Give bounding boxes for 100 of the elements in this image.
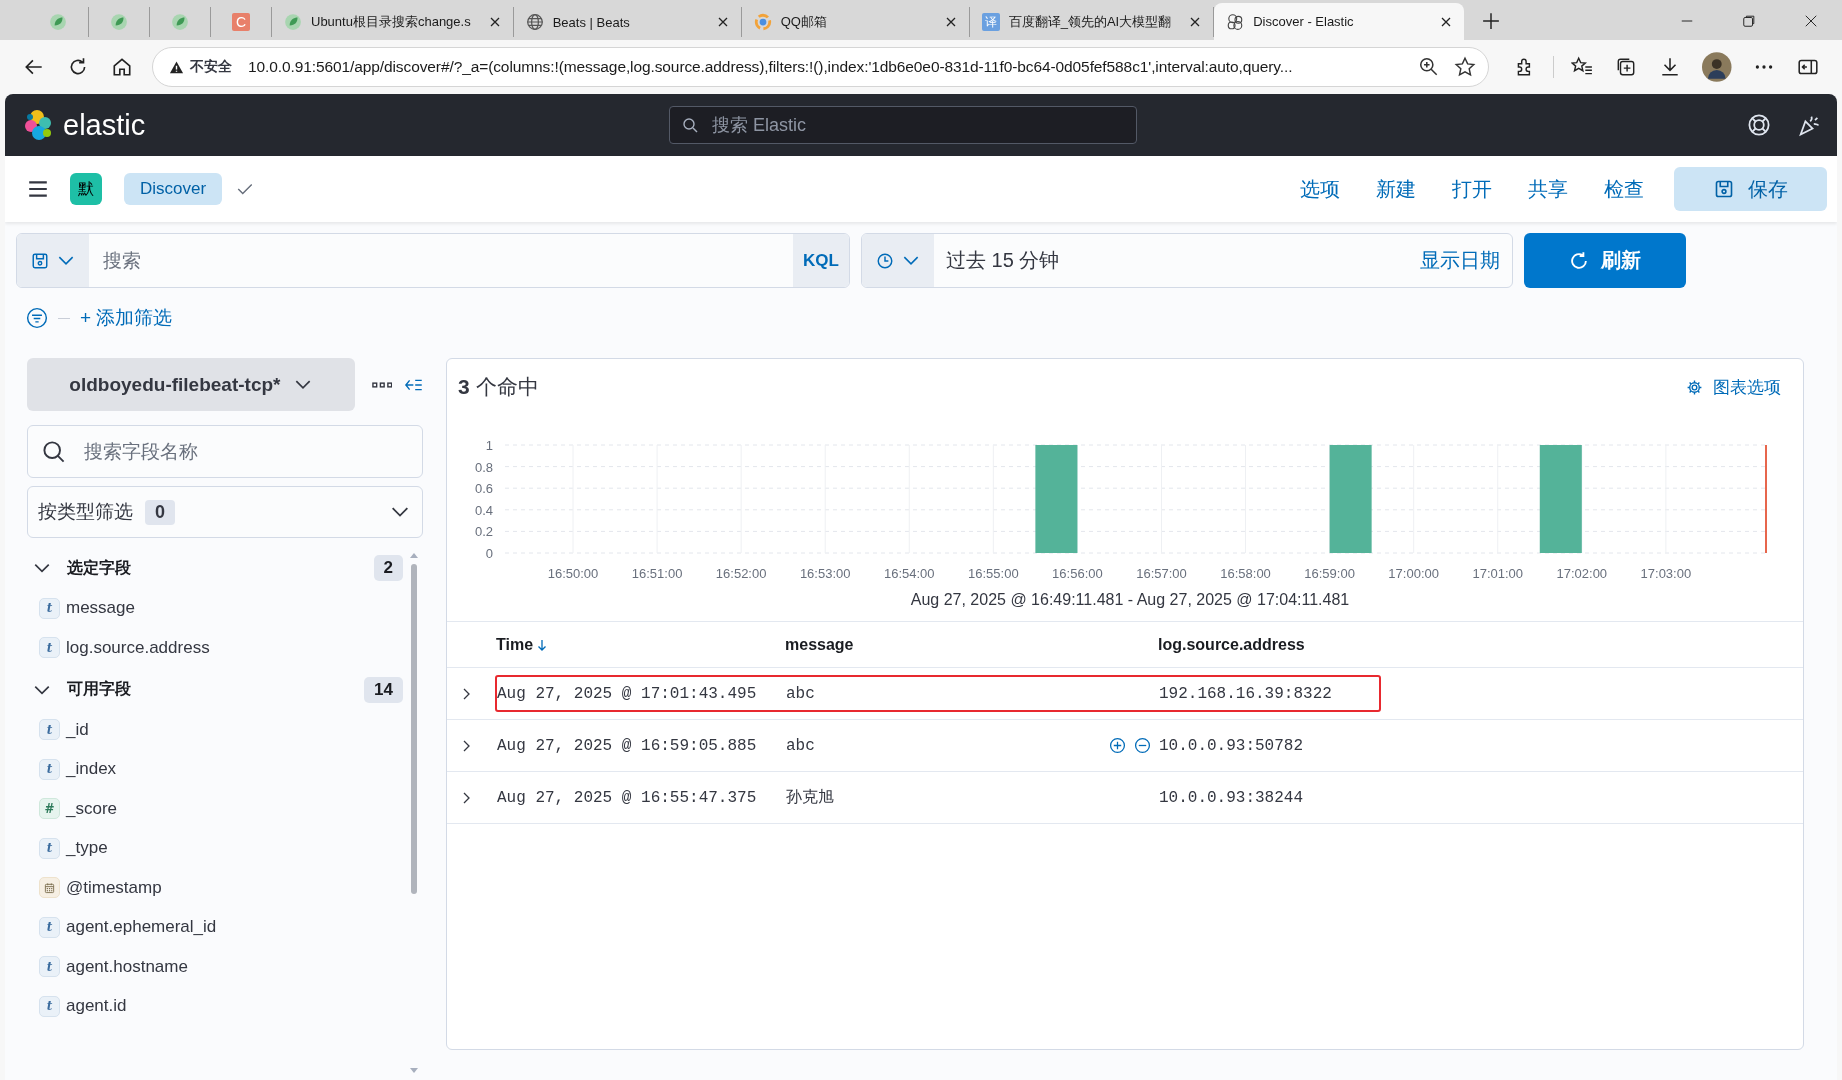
gear-icon [1686,378,1703,396]
tab-title: Ubuntu根目录搜索change.s [311,13,471,31]
table-cell: 10.0.0.93:50782 [1159,736,1304,755]
x-tick-label: 16:52:00 [715,566,767,581]
menu-icon[interactable] [27,178,49,200]
menu-link[interactable]: 共享 [1528,175,1568,203]
plus-circle-icon[interactable] [1109,737,1126,754]
x-tick-label: 16:51:00 [631,566,683,581]
close-icon[interactable] [1189,16,1202,28]
address-field[interactable]: 不安全 10.0.0.91:5601/app/discover#/?_a=(columns:!(message,log.source.address),filters:!(),index:'1db6e0e0-831d-11f0-bc64-0d05fef588c1',interval:auto,query... [152,47,1490,87]
language-button[interactable]: KQL [793,234,849,287]
table-cell: 192.168.16.39:8322 [1159,684,1332,703]
field-name[interactable]: _index [66,759,117,779]
scrollbar-thumb[interactable] [411,564,417,894]
breadcrumb[interactable]: Discover [124,173,223,205]
browser-tab[interactable]: QQ邮箱 [741,7,970,37]
saved-query-button[interactable] [17,234,89,287]
field-name[interactable]: _type [66,838,108,858]
space-avatar[interactable]: 默 [70,173,102,205]
column-header[interactable]: message [785,635,854,654]
close-icon[interactable] [1440,15,1453,28]
clock-icon [876,251,894,270]
browser-tab[interactable]: Beats | Beats [513,7,742,37]
close-icon[interactable] [488,16,501,28]
star-icon[interactable] [1454,56,1477,78]
refresh-icon [1569,250,1589,271]
url-text: 10.0.0.91:5601/app/discover#/?_a=(columns:!(message,log.source.address),filters:!(),index:'1db6e0e0-831d-11f0-bc64-0d05fef588c1',interval:auto,query... [248,58,1294,76]
save-button[interactable]: 保存 [1674,167,1827,211]
field-name[interactable]: @timestamp [66,877,162,898]
translate-icon: 译 [981,13,1000,31]
save-icon [31,251,49,270]
y-tick-label: 1 [485,438,493,453]
globe-icon [525,13,544,31]
section-toggle[interactable]: 选定字段 [33,557,131,579]
browser-tab[interactable]: Ubuntu根目录搜索change.s [272,7,514,37]
save-icon [1713,179,1734,199]
arrow-down-icon[interactable] [537,638,548,651]
refresh-button[interactable]: 刷新 [1524,233,1686,288]
close-icon[interactable] [716,16,729,28]
chevron-right-icon[interactable] [462,790,472,805]
menu-link[interactable]: 打开 [1452,175,1492,203]
index-pattern-button[interactable]: oldboyedu-filebeat-tcp* [27,358,355,411]
date-picker[interactable]: 过去 15 分钟 显示日期 [861,233,1513,288]
field-name[interactable]: log.source.address [66,637,210,658]
query-field[interactable]: 搜索 [89,234,793,287]
hits-count: 3 个命中 [458,374,539,400]
new-tab-icon[interactable] [1482,12,1501,30]
chevron-down-icon [390,506,410,518]
filter-icon[interactable] [26,307,48,329]
x-tick-label: 16:50:00 [547,566,599,581]
flower-icon [1226,12,1245,31]
home-icon[interactable] [111,56,133,78]
field-type-badge: t [39,956,60,977]
table-row[interactable]: Aug 27, 2025 @ 17:01:43.495 abc 192.168.16.39:8322 [447,668,1803,720]
field-name[interactable]: _score [66,798,118,819]
time-range[interactable]: 过去 15 分钟 [934,247,1420,274]
field-name[interactable]: agent.id [66,996,127,1016]
field-type-badge: t [39,719,60,740]
search-icon [682,117,698,133]
help-icon[interactable] [1747,113,1771,137]
close-icon[interactable] [944,16,957,28]
search-icon [42,439,66,464]
chart-options-link[interactable]: 图表选项 [1686,375,1781,399]
quick-menu-button[interactable] [862,234,934,287]
add-filter-link[interactable]: + 添加筛选 [80,305,173,331]
query-bar[interactable]: 搜索 KQL [16,233,850,288]
chevron-right-icon[interactable] [462,686,472,701]
search-input[interactable]: 搜索 Elastic [710,113,1124,137]
chevron-right-icon[interactable] [462,738,472,753]
browser-tab[interactable]: Discover - Elastic [1214,3,1465,40]
section-toggle[interactable]: 可用字段 [33,679,131,700]
field-name[interactable]: agent.hostname [66,956,188,977]
options-icon[interactable] [371,379,393,390]
close-icon[interactable] [1804,14,1818,28]
y-tick-label: 0.2 [474,524,493,540]
menu-link[interactable]: 选项 [1300,175,1340,203]
x-tick-label: 17:02:00 [1556,566,1608,581]
leaf-icon [110,13,128,31]
field-name[interactable]: agent.ephemeral_id [66,917,217,937]
y-tick-label: 0.8 [474,459,493,475]
y-tick-label: 0 [485,546,493,561]
browser-tab[interactable]: 译 百度翻译_领先的AI大模型翻 [969,7,1215,37]
column-header[interactable]: log.source.address [1158,635,1305,654]
table-row[interactable]: Aug 27, 2025 @ 16:59:05.885 abc 10.0.0.93:50782 [447,720,1803,772]
type-filter-button[interactable]: 按类型筛选 0 [27,486,423,538]
field-type-badge: t [39,637,60,658]
avatar-icon[interactable] [1702,52,1732,82]
field-name[interactable]: message [66,598,135,618]
table-row[interactable]: Aug 27, 2025 @ 16:55:47.375 孙克旭 10.0.0.93:38244 [447,772,1803,824]
table-cell-text: Aug 27, 2025 @ 16:55:47.375 [497,788,758,807]
menu-link[interactable]: 检查 [1604,175,1644,203]
show-dates-link[interactable]: 显示日期 [1420,247,1500,274]
field-search-input[interactable]: 搜索字段名称 [82,439,408,464]
minus-circle-icon[interactable] [1134,737,1151,754]
search-field[interactable]: 搜索 Elastic [669,106,1137,144]
menu-link[interactable]: 新建 [1376,175,1416,203]
field-search[interactable]: 搜索字段名称 [27,425,423,478]
restore-icon[interactable] [1742,14,1756,28]
column-header[interactable]: Time [496,635,534,654]
field-name[interactable]: _id [66,719,89,740]
